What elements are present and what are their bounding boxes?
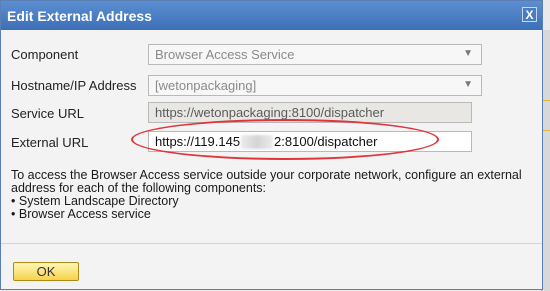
service-url-value: https://wetonpackaging:8100/dispatcher	[155, 105, 385, 120]
component-select[interactable]: Browser Access Service ▼	[148, 44, 482, 65]
service-url-field: https://wetonpackaging:8100/dispatcher	[148, 102, 472, 123]
background-divider	[542, 100, 550, 101]
service-url-label: Service URL	[11, 106, 84, 121]
chevron-down-icon: ▼	[463, 48, 473, 59]
background-divider	[542, 130, 550, 131]
info-text: To access the Browser Access service out…	[11, 169, 531, 221]
dialog-title: Edit External Address	[7, 7, 152, 24]
hostname-select[interactable]: [wetonpackaging] ▼	[148, 75, 482, 96]
list-item: • Browser Access service	[11, 207, 151, 221]
info-description: To access the Browser Access service out…	[11, 168, 522, 195]
hostname-label: Hostname/IP Address	[11, 78, 137, 93]
ok-button[interactable]: OK	[13, 262, 79, 281]
edit-external-address-dialog: Edit External Address X Component Browse…	[0, 0, 543, 290]
external-url-suffix: 2:8100/dispatcher	[274, 134, 378, 149]
component-value: Browser Access Service	[155, 47, 295, 62]
redacted-blur	[241, 134, 274, 149]
close-button[interactable]: X	[522, 7, 537, 22]
footer-divider	[1, 243, 542, 244]
dialog-titlebar: Edit External Address X	[1, 1, 542, 30]
ok-button-label: OK	[36, 264, 56, 279]
close-icon: X	[525, 7, 534, 22]
external-url-input[interactable]: https://119.145 2:8100/dispatcher	[148, 131, 472, 152]
external-url-prefix: https://119.145	[155, 134, 241, 149]
external-url-label: External URL	[11, 135, 89, 150]
hostname-value: [wetonpackaging]	[155, 78, 257, 93]
component-label: Component	[11, 47, 79, 62]
chevron-down-icon: ▼	[463, 79, 473, 90]
